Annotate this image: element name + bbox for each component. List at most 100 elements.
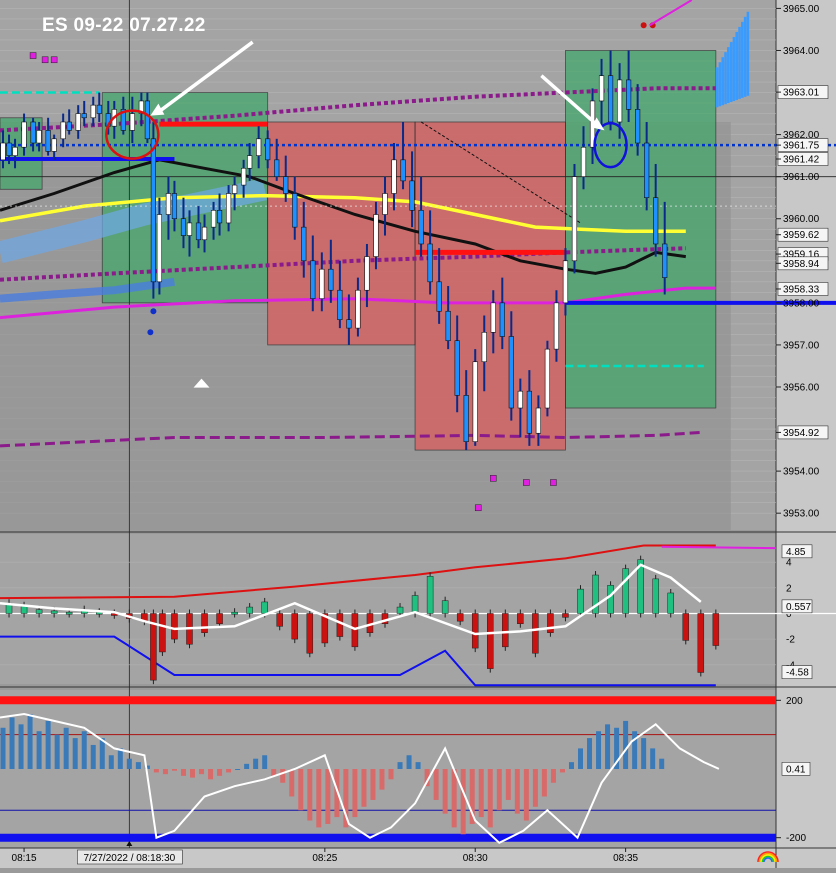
osc-candle — [216, 613, 223, 624]
osc-value-label: 4.85 — [786, 547, 806, 558]
candle-body — [544, 348, 551, 409]
candle-body — [454, 340, 460, 396]
candle-body — [45, 130, 51, 152]
candle-body — [653, 197, 659, 245]
price-axis-label: 3957.00 — [783, 340, 820, 351]
projection-bar — [729, 42, 733, 103]
candle-body — [301, 226, 307, 262]
candle-body — [216, 210, 223, 224]
projection-bar — [721, 57, 725, 106]
hist-bar — [397, 762, 403, 769]
price-axis-label: 3954.92 — [783, 428, 820, 439]
hist-bar — [162, 769, 168, 775]
osc-candle — [50, 610, 58, 614]
osc-candle — [306, 613, 314, 654]
candle-body — [346, 319, 352, 329]
osc-candle — [517, 613, 524, 624]
osc-candle — [697, 613, 705, 673]
price-axis-label: 3958.94 — [783, 259, 820, 270]
hist-bar — [244, 763, 250, 769]
hist-bar — [262, 755, 268, 769]
hist-axis-label: 200 — [786, 696, 803, 707]
candle-body — [0, 142, 6, 161]
price-axis-label: 3959.62 — [783, 230, 820, 241]
hist-bar — [298, 769, 304, 811]
candle-body — [66, 121, 72, 131]
candle-body — [508, 336, 514, 409]
hist-bar — [307, 769, 313, 821]
osc-candle — [456, 613, 464, 622]
candle-body — [60, 121, 66, 140]
oscillator-panel-bg — [0, 534, 776, 684]
osc-candle — [171, 613, 178, 640]
osc-candle — [682, 613, 690, 641]
candle-body — [526, 390, 532, 434]
candle-body — [607, 75, 614, 123]
osc-candle — [562, 613, 569, 618]
osc-axis-label: 4 — [786, 558, 792, 569]
marker-square — [50, 56, 58, 64]
candle-body — [517, 390, 523, 409]
candle-body — [274, 159, 280, 177]
hist-axis-label: -200 — [786, 833, 806, 844]
osc-candle — [276, 613, 283, 627]
time-axis-label: 08:25 — [312, 853, 337, 864]
price-axis-label: 3953.00 — [783, 509, 820, 520]
hist-bar — [0, 727, 6, 769]
price-axis-label: 3961.00 — [783, 172, 820, 183]
marker-dot — [150, 308, 157, 315]
candle-body — [553, 302, 560, 350]
candle-body — [436, 281, 442, 312]
hist-bar — [379, 769, 385, 790]
candle-body — [445, 310, 451, 342]
marker-square — [41, 56, 49, 64]
osc-candle — [65, 611, 73, 615]
candle-body — [30, 121, 36, 144]
osc-candle — [336, 613, 344, 637]
osc-candle — [411, 595, 419, 614]
candle-body — [490, 302, 496, 333]
hist-bar — [217, 769, 223, 776]
hist-bar — [541, 769, 547, 797]
candle-body — [373, 214, 379, 257]
candle-body — [364, 256, 370, 291]
candle-body — [481, 332, 487, 363]
osc-candle — [441, 600, 449, 614]
candle — [571, 164, 578, 274]
hist-bar — [559, 769, 565, 773]
osc-candle — [487, 613, 494, 669]
hist-bar — [523, 769, 529, 821]
candle-body — [210, 210, 217, 228]
hist-bar — [415, 762, 421, 769]
candle-body — [644, 142, 650, 198]
osc-axis-label: -2 — [786, 635, 795, 646]
candle-body — [463, 395, 469, 442]
hist-bar — [316, 769, 322, 828]
candle-body — [535, 407, 541, 434]
marker-square — [523, 479, 530, 486]
projection-bar — [727, 47, 730, 104]
osc-candle — [291, 613, 299, 640]
projection-bar — [715, 67, 719, 108]
crosshair-time-label: 7/27/2022 / 08:18:30 — [83, 853, 175, 864]
osc-candle — [547, 613, 554, 633]
hist-bar — [36, 731, 42, 769]
hist-bar — [235, 769, 241, 770]
hist-bar — [27, 714, 33, 769]
osc-candle — [35, 609, 43, 614]
candle-body — [171, 193, 178, 220]
osc-candle — [231, 611, 238, 615]
projection-bar — [746, 11, 750, 96]
candle-body — [201, 226, 208, 241]
hist-bar — [659, 758, 665, 769]
candle-body — [75, 113, 81, 131]
candle-body — [150, 138, 156, 283]
candle-body — [328, 268, 334, 291]
hist-bar — [451, 769, 457, 828]
candle-body — [90, 104, 96, 119]
hist-bar — [388, 769, 394, 780]
candle-body — [165, 193, 172, 215]
projection-bar — [743, 16, 747, 97]
price-axis-label: 3958.00 — [783, 298, 820, 309]
osc-candle — [622, 568, 629, 614]
